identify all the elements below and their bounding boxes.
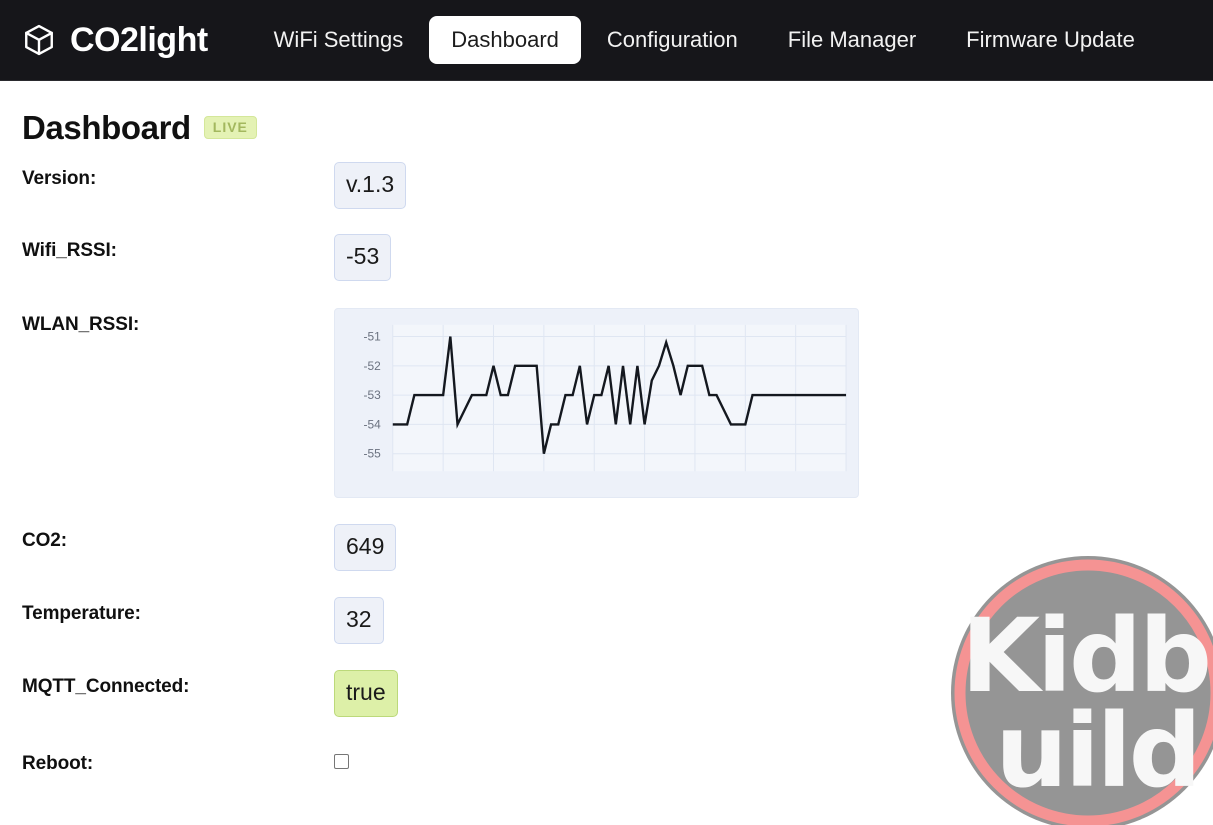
value-reboot-wrapper xyxy=(334,747,1191,774)
nav-link-firmware-update[interactable]: Firmware Update xyxy=(942,17,1159,63)
dashboard-page: Dashboard LIVE Version: v.1.3 Wifi_RSSI:… xyxy=(0,81,1213,825)
page-title: Dashboard xyxy=(22,109,191,146)
nav-link-configuration[interactable]: Configuration xyxy=(583,17,762,63)
value-wlan-rssi-wrapper: -51 -52 -53 -54 -55 xyxy=(334,308,1191,498)
field-row-mqtt-connected: MQTT_Connected: true xyxy=(22,670,1191,717)
svg-text:-53: -53 xyxy=(364,388,382,402)
nav-link-wifi-settings[interactable]: WiFi Settings xyxy=(250,17,428,63)
value-version-wrapper: v.1.3 xyxy=(334,162,1191,209)
reboot-checkbox[interactable] xyxy=(334,754,349,769)
value-wifi-rssi-wrapper: -53 xyxy=(334,234,1191,281)
label-mqtt-connected: MQTT_Connected: xyxy=(22,676,190,697)
field-row-temperature: Temperature: 32 xyxy=(22,597,1191,644)
value-temperature: 32 xyxy=(334,597,384,644)
field-row-version: Version: v.1.3 xyxy=(22,162,1191,209)
svg-text:-52: -52 xyxy=(364,359,382,373)
nav-link-file-manager[interactable]: File Manager xyxy=(764,17,940,63)
field-row-wlan-rssi: WLAN_RSSI: -51 -52 -53 -54 -55 xyxy=(22,308,1191,498)
live-status-badge: LIVE xyxy=(203,116,257,139)
field-row-co2: CO2: 649 xyxy=(22,524,1191,571)
svg-text:-55: -55 xyxy=(364,447,382,461)
page-title-row: Dashboard LIVE xyxy=(22,81,1191,144)
svg-text:-51: -51 xyxy=(364,330,382,344)
svg-text:-54: -54 xyxy=(364,417,382,431)
label-wlan-rssi: WLAN_RSSI: xyxy=(22,314,140,335)
cube-icon xyxy=(22,23,56,57)
field-row-reboot: Reboot: xyxy=(22,747,1191,775)
nav-links: WiFi Settings Dashboard Configuration Fi… xyxy=(250,16,1159,64)
top-navbar: CO2light WiFi Settings Dashboard Configu… xyxy=(0,0,1213,81)
label-temperature: Temperature: xyxy=(22,603,141,624)
value-mqtt-connected: true xyxy=(334,670,398,717)
label-wifi-rssi: Wifi_RSSI: xyxy=(22,240,117,261)
label-reboot: Reboot: xyxy=(22,753,94,774)
label-version: Version: xyxy=(22,168,97,189)
value-wifi-rssi: -53 xyxy=(334,234,392,281)
brand[interactable]: CO2light xyxy=(22,23,208,57)
brand-text: CO2light xyxy=(70,21,208,59)
value-temperature-wrapper: 32 xyxy=(334,597,1191,644)
value-co2: 649 xyxy=(334,524,397,571)
value-mqtt-wrapper: true xyxy=(334,670,1191,717)
value-co2-wrapper: 649 xyxy=(334,524,1191,571)
wlan-rssi-chart-svg: -51 -52 -53 -54 -55 xyxy=(364,324,847,472)
nav-link-dashboard[interactable]: Dashboard xyxy=(429,16,581,64)
value-version: v.1.3 xyxy=(334,162,407,209)
field-row-wifi-rssi: Wifi_RSSI: -53 xyxy=(22,234,1191,281)
label-co2: CO2: xyxy=(22,530,67,551)
wlan-rssi-chart: -51 -52 -53 -54 -55 xyxy=(334,308,859,498)
